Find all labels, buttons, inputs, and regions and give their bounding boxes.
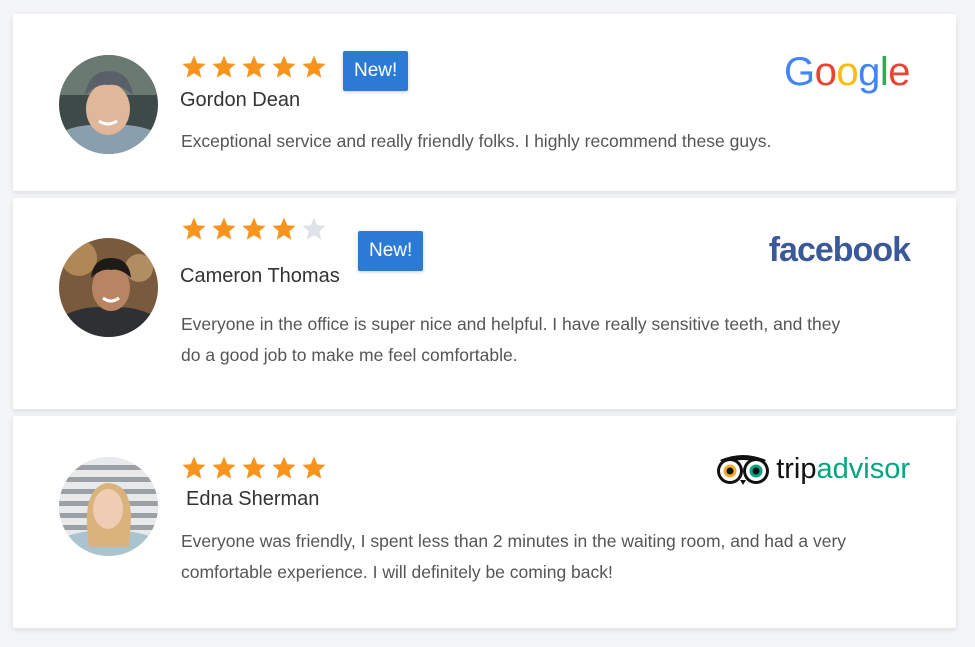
- tripadvisor-logo-icon: tripadvisor: [714, 451, 910, 487]
- avatar: [59, 55, 158, 154]
- reviewer-name: Edna Sherman: [186, 488, 320, 510]
- star-rating: [181, 216, 327, 242]
- review-text: Everyone was friendly, I spent less than…: [181, 531, 847, 582]
- avatar: [59, 457, 158, 556]
- google-letter: l: [879, 50, 889, 94]
- star-filled-icon: [181, 216, 207, 242]
- facebook-logo-icon: facebook: [768, 230, 911, 270]
- tripadvisor-trip: trip: [776, 453, 817, 485]
- star-filled-icon: [301, 54, 327, 80]
- star-filled-icon: [271, 455, 297, 481]
- google-letter: o: [814, 50, 837, 94]
- tripadvisor-wordmark: tripadvisor: [714, 451, 910, 487]
- star-empty-icon: [301, 216, 327, 242]
- reviews-page: New! Gordon Dean Exceptional service and…: [0, 0, 975, 647]
- review-card: New! Cameron Thomas Everyone in the offi…: [13, 198, 956, 409]
- tripadvisor-advisor: advisor: [816, 453, 911, 485]
- google-letter: g: [858, 50, 880, 94]
- star-filled-icon: [271, 216, 297, 242]
- tripadvisor-text: tripadvisor: [776, 451, 910, 487]
- review-text: Exceptional service and really friendly …: [181, 131, 772, 151]
- review-card: Edna Sherman Everyone was friendly, I sp…: [13, 416, 956, 628]
- google-letter: G: [783, 50, 815, 94]
- star-filled-icon: [241, 455, 267, 481]
- google-letter: o: [836, 50, 859, 94]
- google-logo-icon: Google: [783, 50, 911, 94]
- review-card: New! Gordon Dean Exceptional service and…: [13, 14, 956, 191]
- google-wordmark: Google: [783, 50, 911, 94]
- avatar: [59, 238, 158, 337]
- reviewer-name: Cameron Thomas: [180, 265, 340, 287]
- new-badge: New!: [358, 231, 424, 271]
- star-filled-icon: [211, 216, 237, 242]
- star-filled-icon: [241, 54, 267, 80]
- star-filled-icon: [301, 455, 327, 481]
- owl-icon: [717, 455, 770, 485]
- google-letter: e: [888, 50, 910, 94]
- star-filled-icon: [181, 54, 207, 80]
- reviewer-name: Gordon Dean: [180, 89, 301, 111]
- star-rating: [181, 455, 327, 481]
- new-badge: New!: [343, 51, 409, 91]
- facebook-wordmark: facebook: [768, 231, 911, 269]
- review-text: Everyone in the office is super nice and…: [181, 314, 841, 365]
- star-filled-icon: [211, 54, 237, 80]
- star-filled-icon: [181, 455, 207, 481]
- star-filled-icon: [271, 54, 297, 80]
- star-filled-icon: [241, 216, 267, 242]
- star-rating: [181, 54, 327, 80]
- star-filled-icon: [211, 455, 237, 481]
